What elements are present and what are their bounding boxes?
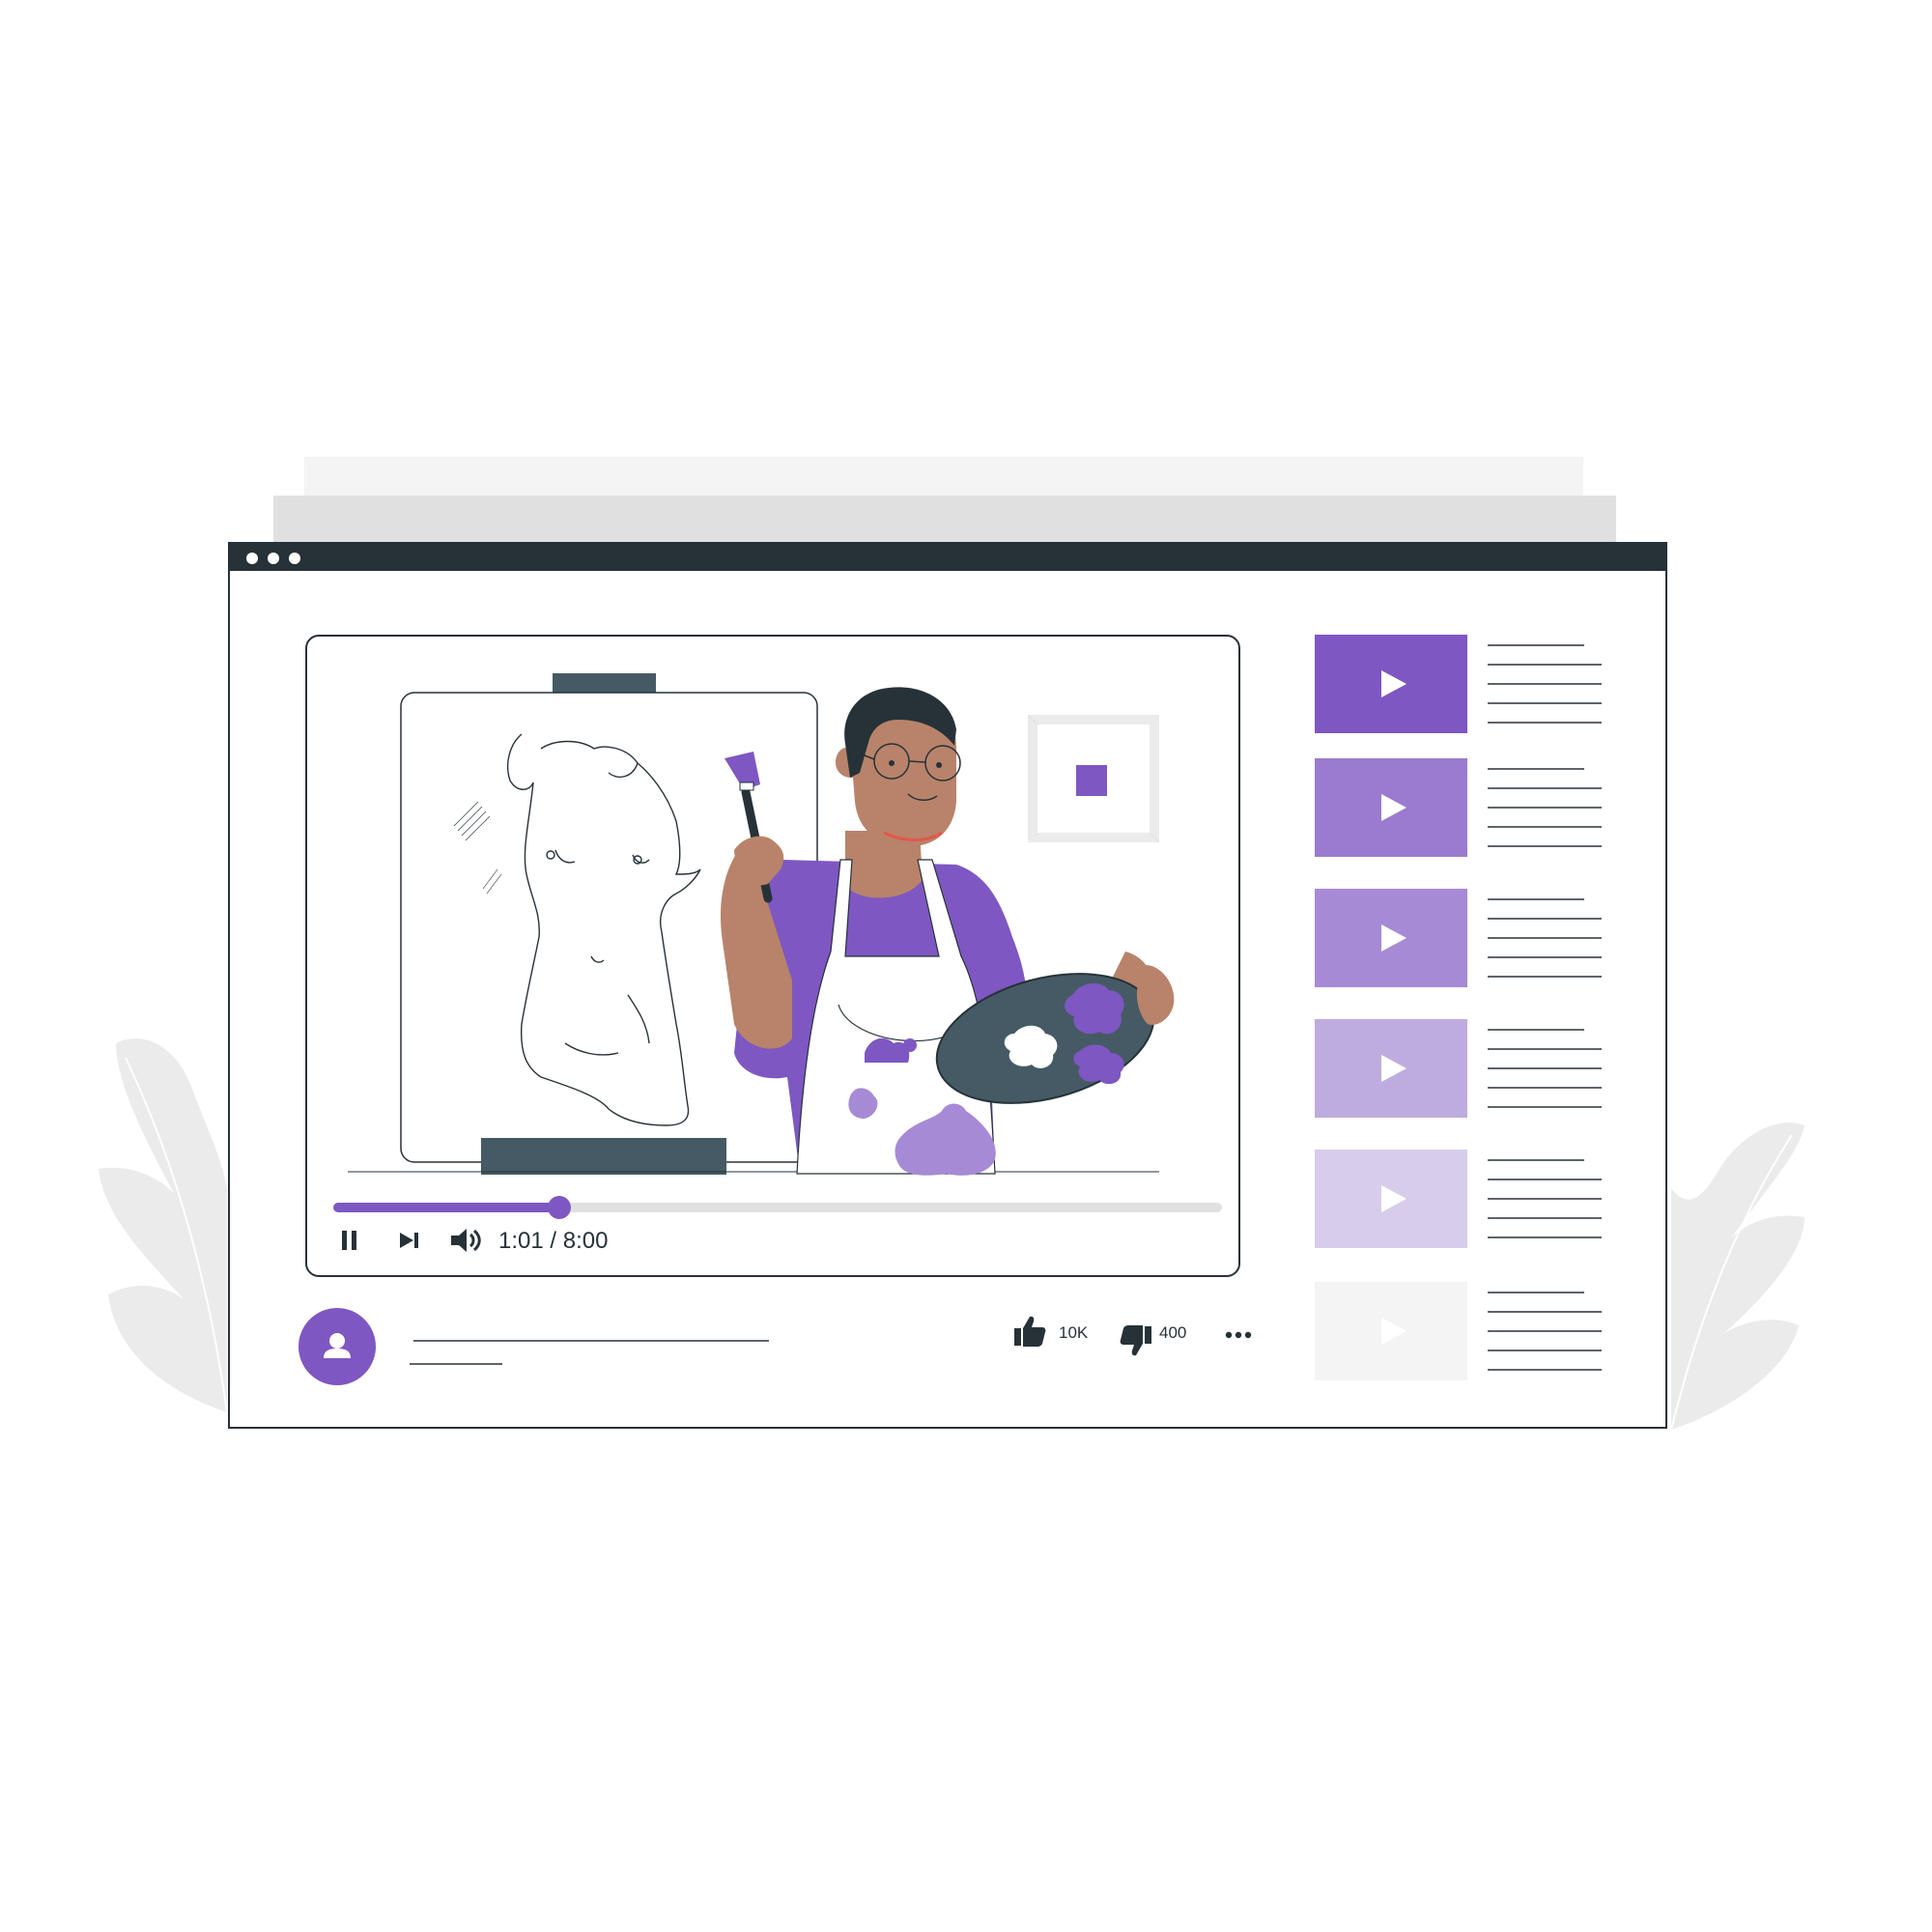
- leaf-left: [99, 1038, 227, 1412]
- text-placeholder-lines: [1488, 1292, 1602, 1371]
- easel-top: [553, 673, 656, 695]
- play-icon: [1381, 924, 1406, 952]
- playlist-thumbnail-3[interactable]: [1315, 889, 1467, 987]
- playlist-thumbnail-5[interactable]: [1315, 1150, 1467, 1248]
- playlist-thumbnail-4[interactable]: [1315, 1019, 1467, 1118]
- playlist-item-text-1[interactable]: [1488, 644, 1604, 728]
- pause-button[interactable]: [334, 1225, 369, 1256]
- like-button[interactable]: [1012, 1314, 1047, 1349]
- dislikes-count: 400: [1159, 1323, 1187, 1342]
- text-placeholder-lines: [1488, 644, 1602, 724]
- play-icon: [1381, 1055, 1406, 1082]
- playlist-item-text-2[interactable]: [1488, 768, 1604, 852]
- playlist-thumbnail-2[interactable]: [1315, 758, 1467, 857]
- time-readout: 1:01 / 8:00: [498, 1227, 608, 1256]
- text-placeholder-lines: [1488, 898, 1602, 978]
- likes-count: 10K: [1059, 1323, 1089, 1342]
- playlist-item-text-4[interactable]: [1488, 1029, 1604, 1113]
- duration: 8:00: [562, 1228, 609, 1254]
- playlist-item-text-6[interactable]: [1488, 1292, 1604, 1376]
- video-frame-illustration[interactable]: [305, 635, 1240, 1185]
- volume-button[interactable]: [447, 1225, 486, 1256]
- text-placeholder-lines: [1488, 768, 1602, 847]
- play-icon: [1381, 1318, 1406, 1345]
- playlist-thumbnail-6[interactable]: [1315, 1282, 1467, 1380]
- thumbs-down-icon: [1120, 1325, 1151, 1356]
- volume-icon: [451, 1229, 481, 1252]
- framed-picture: [1027, 714, 1160, 843]
- window-dot-3[interactable]: [289, 553, 300, 564]
- title-bar: [230, 544, 1665, 571]
- dislike-button[interactable]: [1119, 1323, 1153, 1358]
- play-icon: [1381, 1185, 1406, 1212]
- window-dot-2[interactable]: [268, 553, 279, 564]
- text-placeholder-lines: [1488, 1029, 1602, 1108]
- play-icon: [1381, 670, 1406, 697]
- playlist-thumbnail-1[interactable]: [1315, 635, 1467, 733]
- next-button[interactable]: [394, 1225, 429, 1256]
- pause-icon: [342, 1231, 356, 1250]
- progress-handle[interactable]: [548, 1196, 571, 1219]
- more-options-button[interactable]: [1223, 1325, 1256, 1345]
- user-icon: [324, 1333, 351, 1358]
- video-title-placeholder: [410, 1340, 769, 1365]
- progress-fill: [333, 1203, 559, 1212]
- text-placeholder-lines: [1488, 1159, 1602, 1238]
- playlist-item-text-5[interactable]: [1488, 1159, 1604, 1243]
- leaf-right: [1671, 1122, 1804, 1430]
- window-dot-1[interactable]: [246, 553, 258, 564]
- painter-palette-hand: [1136, 965, 1175, 1025]
- more-horizontal-icon: [1225, 1331, 1252, 1339]
- play-icon: [1381, 794, 1406, 821]
- current-time: 1:01: [498, 1228, 544, 1254]
- thumbs-up-icon: [1014, 1316, 1046, 1347]
- time-separator: /: [543, 1228, 563, 1254]
- playlist-item-text-3[interactable]: [1488, 898, 1604, 982]
- easel-base: [481, 1138, 726, 1175]
- skip-next-icon: [400, 1233, 418, 1248]
- channel-avatar[interactable]: [298, 1308, 376, 1385]
